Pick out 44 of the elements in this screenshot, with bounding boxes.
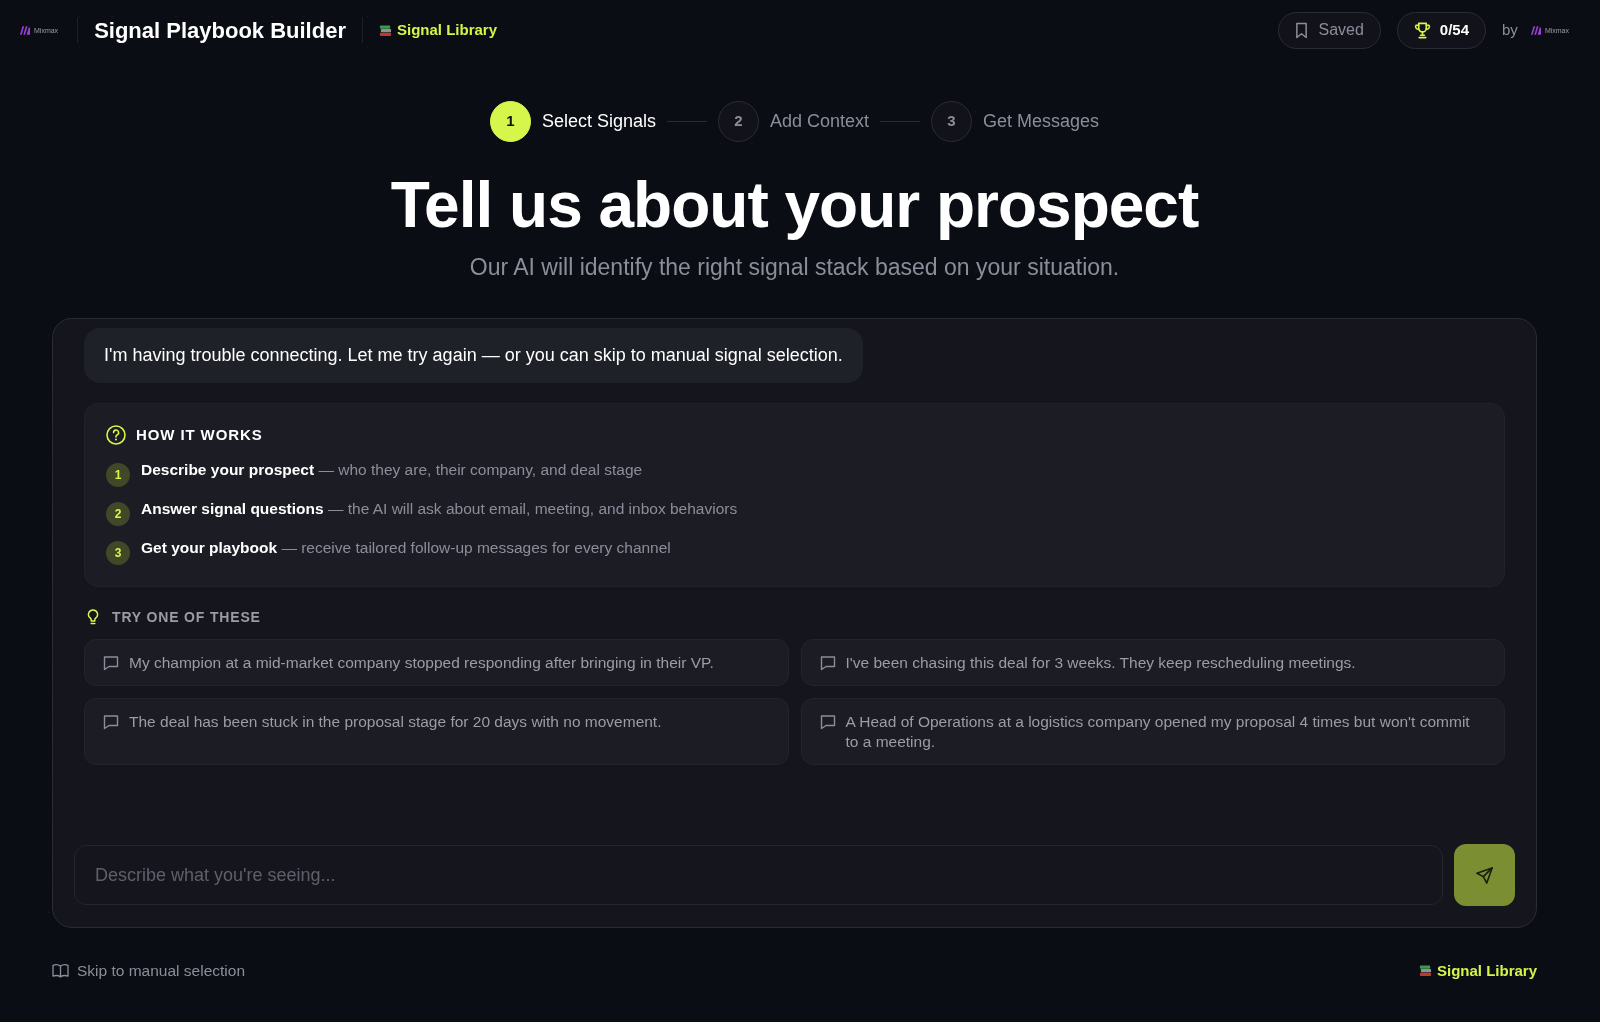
send-button[interactable] [1454, 844, 1515, 907]
message-input[interactable]: Describe what you're seeing... [74, 845, 1443, 906]
score-button[interactable]: 0/54 [1396, 11, 1487, 49]
step-badge: 1 [106, 463, 130, 488]
page-heading: Tell us about your prospect [389, 170, 1200, 241]
trophy-icon [1413, 21, 1431, 39]
help-icon [106, 425, 126, 446]
page-subheading: Our AI will identify the right signal stack based on your situation. [468, 253, 1121, 283]
chat-icon [819, 713, 836, 730]
step-label: Add Context [769, 110, 870, 133]
chat-icon [103, 654, 119, 671]
assistant-message: I'm having trouble connecting. Let me try again — or you can skip to manual signal selection. [84, 328, 863, 384]
bookmark-icon [1295, 21, 1309, 39]
step-badge: 3 [106, 541, 130, 566]
step-description: Get your playbook — receive tailored follow-up messages for every channel [141, 538, 671, 559]
suggestion-button[interactable]: The deal has been stuck in the proposal stage for 20 days with no movement. [84, 698, 789, 766]
step-description: Answer signal questions — the AI will ask about email, meeting, and inbox behaviors [141, 499, 738, 520]
chat-icon [103, 713, 119, 730]
step-label: Select Signals [541, 110, 656, 133]
suggestion-button[interactable]: My champion at a mid-market company stopped responding after bringing in their VP. [84, 639, 789, 687]
step-description: Describe your prospect — who they are, their company, and deal stage [141, 460, 643, 481]
logo-icon [1530, 25, 1541, 35]
saved-button[interactable]: Saved [1278, 11, 1381, 49]
app-title: Signal Playbook Builder [94, 16, 346, 45]
logo-icon [20, 25, 30, 35]
books-icon [1418, 964, 1432, 978]
book-icon [52, 963, 69, 979]
byline-text: by [1502, 19, 1518, 40]
step-number: 1 [489, 101, 531, 142]
skip-link[interactable]: Skip to manual selection [52, 959, 245, 983]
library-link[interactable]: Signal Library [1418, 959, 1537, 983]
lightbulb-icon [87, 609, 99, 626]
step-number: 2 [717, 101, 759, 142]
step-label: Get Messages [983, 110, 1100, 133]
section-title: TRY ONE OF THESE [112, 608, 261, 628]
step-number: 3 [931, 101, 973, 142]
chat-icon [819, 654, 836, 671]
suggestion-button[interactable]: A Head of Operations at a logistics company opened my proposal 4 times but won't commit to a meeting. [800, 698, 1505, 766]
send-icon [1475, 865, 1494, 885]
library-link[interactable]: Signal Library [378, 18, 497, 42]
suggestion-button[interactable]: I've been chasing this deal for 3 weeks. They keep rescheduling meetings. [800, 639, 1505, 687]
section-title: HOW IT WORKS [136, 425, 263, 446]
step-badge: 2 [106, 502, 130, 527]
books-icon [378, 23, 392, 37]
